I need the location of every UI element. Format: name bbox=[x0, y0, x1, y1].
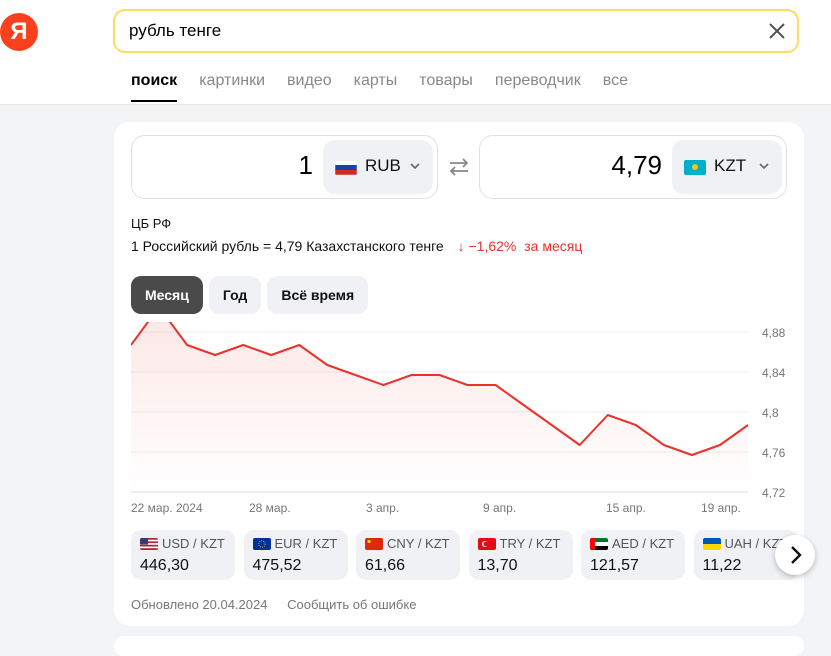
x-tick-label: 15 апр. bbox=[606, 501, 646, 515]
currency-pair-card[interactable]: AED / KZT 121,57 bbox=[581, 530, 685, 580]
from-currency-code: RUB bbox=[365, 156, 401, 175]
rate-source: ЦБ РФ bbox=[131, 216, 172, 231]
tab-translator[interactable]: переводчик bbox=[495, 72, 581, 102]
tab-all[interactable]: все bbox=[603, 72, 628, 102]
pair-value: 61,66 bbox=[365, 557, 406, 574]
pair-label: EUR / KZT bbox=[274, 536, 338, 551]
chevron-right-icon[interactable] bbox=[775, 535, 815, 575]
series-area bbox=[131, 322, 748, 492]
yandex-logo[interactable]: Я bbox=[0, 13, 38, 51]
tab-products[interactable]: товары bbox=[419, 72, 473, 102]
tab-video[interactable]: видео bbox=[287, 72, 332, 102]
usa-flag-icon bbox=[140, 538, 158, 550]
search-input[interactable] bbox=[129, 19, 729, 43]
rate-change: ↓ −1,62% за месяц bbox=[458, 238, 583, 254]
tab-search[interactable]: поиск bbox=[131, 72, 178, 102]
close-icon[interactable] bbox=[767, 21, 787, 41]
y-tick-label: 4,88 bbox=[762, 326, 786, 340]
from-field[interactable]: 1 RUB bbox=[131, 135, 438, 199]
pair-value: 121,57 bbox=[590, 557, 639, 574]
period-month-button[interactable]: Месяц bbox=[131, 276, 203, 314]
currency-pair-card[interactable]: TRY / KZT 13,70 bbox=[468, 530, 573, 580]
footer: Обновлено 20.04.2024 Сообщить об ошибке bbox=[131, 597, 416, 612]
search-box[interactable] bbox=[113, 9, 799, 53]
y-tick-label: 4,76 bbox=[762, 446, 786, 460]
tab-maps[interactable]: карты bbox=[354, 72, 398, 102]
pair-label: USD / KZT bbox=[162, 536, 225, 551]
converter-card: 1 RUB 4,79 KZT ЦБ РФ 1 Российский рубль … bbox=[114, 122, 815, 626]
chevron-down-icon bbox=[759, 163, 769, 170]
uae-flag-icon bbox=[590, 538, 608, 550]
pair-value: 446,30 bbox=[140, 557, 189, 574]
eu-flag-icon bbox=[252, 538, 271, 550]
from-currency-select[interactable]: RUB bbox=[323, 140, 433, 194]
tab-images[interactable]: картинки bbox=[199, 72, 265, 102]
y-tick-label: 4,72 bbox=[762, 486, 786, 500]
period-selector: Месяц Год Всё время bbox=[131, 276, 369, 314]
x-tick-label: 19 апр. bbox=[701, 501, 741, 515]
period-year-button[interactable]: Год bbox=[208, 276, 262, 314]
currency-pair-card[interactable]: CNY / KZT 61,66 bbox=[356, 530, 460, 580]
x-tick-label: 3 апр. bbox=[366, 501, 399, 515]
x-tick-label: 28 мар. bbox=[249, 501, 291, 515]
currency-pair-card[interactable]: USD / KZT 446,30 bbox=[131, 530, 235, 580]
currency-pairs: USD / KZT 446,30 EUR / KZT 475,52 CNY / KZT 6… bbox=[131, 530, 804, 580]
to-currency-select[interactable]: KZT bbox=[672, 140, 782, 194]
change-period: за месяц bbox=[524, 238, 583, 254]
y-tick-label: 4,8 bbox=[762, 406, 779, 420]
ukraine-flag-icon bbox=[702, 538, 721, 550]
china-flag-icon bbox=[365, 538, 383, 550]
rate-text: 1 Российский рубль = 4,79 Казахстанского… bbox=[131, 238, 444, 254]
chevron-down-icon bbox=[410, 163, 420, 170]
pair-value: 475,52 bbox=[252, 557, 302, 574]
from-amount[interactable]: 1 bbox=[299, 150, 313, 181]
pair-label: CNY / KZT bbox=[387, 536, 450, 551]
swap-icon[interactable] bbox=[447, 157, 471, 177]
pair-label: AED / KZT bbox=[612, 536, 675, 551]
rate-description: 1 Российский рубль = 4,79 Казахстанского… bbox=[131, 238, 582, 254]
pair-label: TRY / KZT bbox=[499, 536, 561, 551]
to-field[interactable]: 4,79 KZT bbox=[479, 135, 787, 199]
x-tick-label: 22 мар. 2024 bbox=[131, 501, 203, 515]
currency-pair-card[interactable]: EUR / KZT 475,52 bbox=[243, 530, 348, 580]
to-amount[interactable]: 4,79 bbox=[611, 150, 662, 181]
next-card bbox=[114, 636, 804, 656]
kazakhstan-flag-icon bbox=[684, 160, 706, 175]
change-value: −1,62% bbox=[468, 238, 517, 254]
to-currency-code: KZT bbox=[714, 156, 747, 175]
y-tick-label: 4,84 bbox=[762, 366, 786, 380]
pair-value: 13,70 bbox=[477, 557, 518, 574]
arrow-down-icon: ↓ bbox=[457, 238, 465, 254]
header: Я поиск картинки видео карты товары пере… bbox=[0, 0, 831, 105]
pair-value: 11,22 bbox=[702, 557, 742, 574]
turkey-flag-icon bbox=[477, 538, 496, 550]
search-tabs: поиск картинки видео карты товары перево… bbox=[131, 72, 650, 102]
x-tick-label: 9 апр. bbox=[483, 501, 516, 515]
report-error-link[interactable]: Сообщить об ошибке bbox=[287, 597, 416, 612]
rate-chart[interactable]: 4,88 4,84 4,8 4,76 4,72 22 мар. 2024 28 мар. 3 … bbox=[131, 322, 811, 522]
period-all-button[interactable]: Всё время bbox=[267, 276, 369, 314]
updated-date: Обновлено 20.04.2024 bbox=[131, 597, 268, 612]
russia-flag-icon bbox=[335, 160, 357, 175]
